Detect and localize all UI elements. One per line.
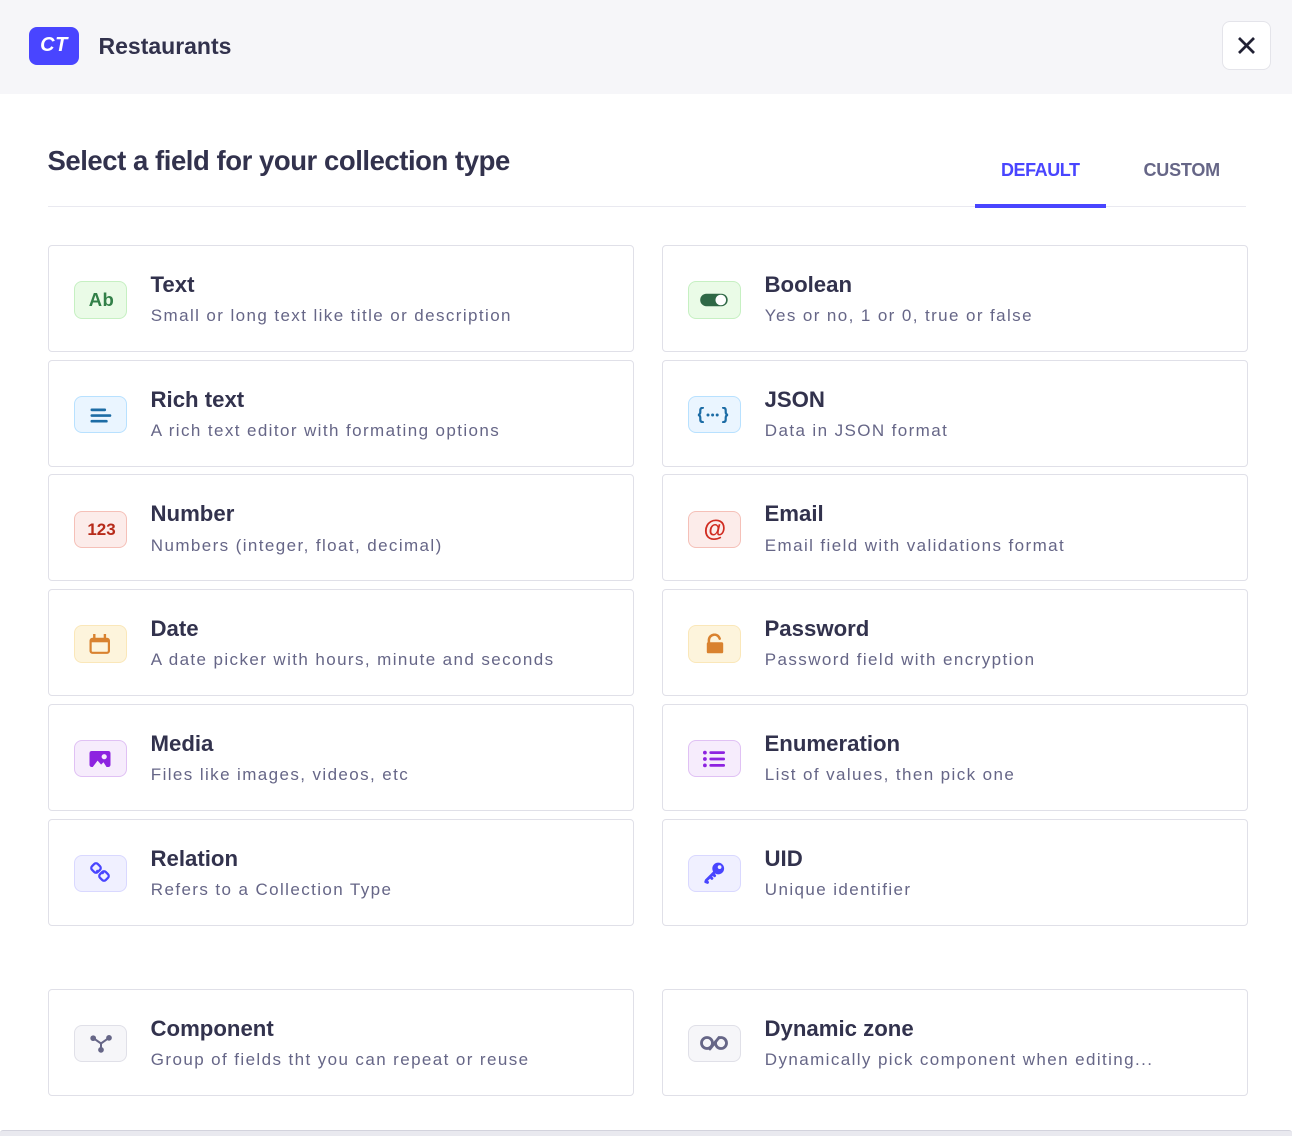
svg-text:@: @: [703, 516, 725, 541]
